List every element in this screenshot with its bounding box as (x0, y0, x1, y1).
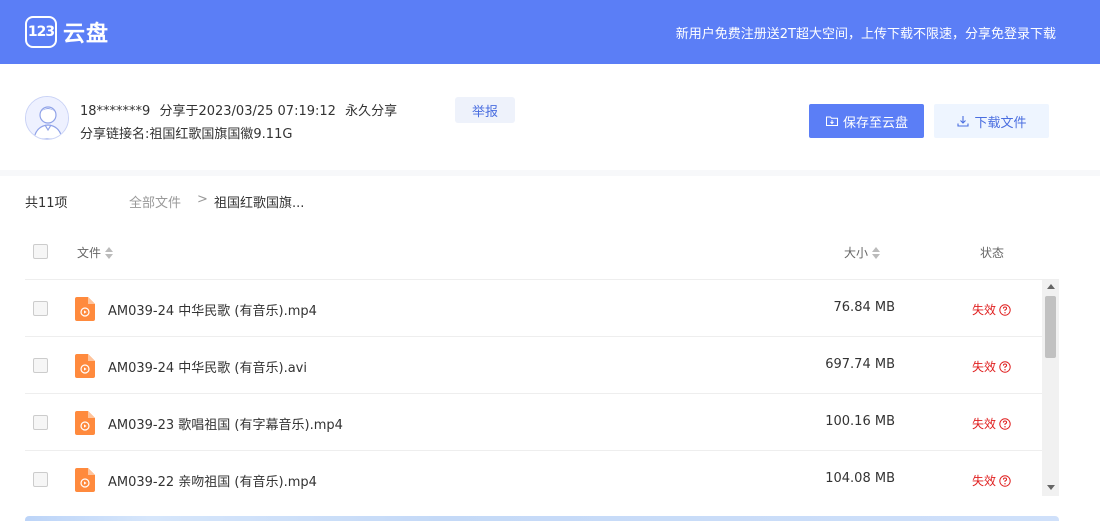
file-state-label: 失效 (972, 417, 997, 431)
logo-text: 云盘 (63, 22, 110, 47)
download-label: 下载文件 (974, 115, 1027, 131)
column-size-label: 大小 (844, 246, 869, 260)
item-count: 共11项 (25, 196, 68, 211)
file-size: 104.08 MB (825, 471, 895, 486)
share-link-name: 分享链接名:祖国红歌国旗国徽9.11G (80, 123, 292, 142)
link-name-label: 分享链接名: (80, 127, 150, 142)
bottom-banner-edge (25, 516, 1059, 521)
folder-icon (825, 116, 838, 126)
help-icon[interactable] (999, 417, 1011, 430)
breadcrumb-all-files[interactable]: 全部文件 (129, 192, 181, 211)
save-to-cloud-button[interactable]: 保存至云盘 (809, 104, 924, 138)
list-scrollbar[interactable] (1042, 280, 1059, 496)
avatar (25, 96, 69, 140)
table-header: 文件 大小 状态 (25, 224, 1059, 280)
column-state: 状态 (980, 246, 1005, 260)
file-state-label: 失效 (972, 303, 997, 317)
table-row[interactable]: AM039-24 中华民歌 (有音乐).avi 697.74 MB 失效 (25, 337, 1042, 394)
user-avatar-icon (26, 97, 68, 139)
file-name[interactable]: AM039-22 亲吻祖国 (有音乐).mp4 (108, 471, 317, 490)
column-file-label: 文件 (77, 246, 102, 260)
file-name[interactable]: AM039-23 歌唱祖国 (有字幕音乐).mp4 (108, 414, 343, 433)
share-time: 分享于2023/03/25 07:19:12 (159, 104, 336, 119)
breadcrumb-current-folder: 祖国红歌国旗... (214, 196, 305, 211)
file-name[interactable]: AM039-24 中华民歌 (有音乐).avi (108, 357, 307, 376)
table-row[interactable]: AM039-24 中华民歌 (有音乐).mp4 76.84 MB 失效 (25, 280, 1042, 337)
help-icon[interactable] (999, 360, 1011, 373)
promo-slogan: 新用户免费注册送2T超大空间，上传下载不限速，分享免登录下载 (675, 27, 1056, 42)
download-file-button[interactable]: 下载文件 (934, 104, 1049, 138)
table-row[interactable]: AM039-23 歌唱祖国 (有字幕音乐).mp4 100.16 MB 失效 (25, 394, 1042, 451)
save-label: 保存至云盘 (842, 115, 908, 131)
report-button[interactable]: 举报 (455, 97, 515, 123)
row-checkbox[interactable] (33, 358, 48, 373)
row-checkbox[interactable] (33, 472, 48, 487)
video-file-icon (75, 468, 95, 492)
row-checkbox[interactable] (33, 301, 48, 316)
file-state: 失效 (972, 415, 1011, 432)
logo-mark: 123 (25, 16, 57, 48)
table-row[interactable]: AM039-22 亲吻祖国 (有音乐).mp4 104.08 MB 失效 (25, 451, 1042, 496)
share-info-panel: 18*******9 分享于2023/03/25 07:19:12 永久分享 分… (0, 64, 1100, 170)
column-file[interactable]: 文件 (77, 244, 114, 261)
scroll-down-arrow-icon[interactable] (1047, 485, 1055, 490)
file-state: 失效 (972, 472, 1011, 489)
file-size: 100.16 MB (825, 414, 895, 429)
video-file-icon (75, 297, 95, 321)
help-icon[interactable] (999, 303, 1011, 316)
share-user: 18*******9 (80, 104, 151, 119)
file-state: 失效 (972, 301, 1011, 318)
column-size[interactable]: 大小 (844, 244, 881, 261)
help-icon[interactable] (999, 474, 1011, 487)
sort-icon (105, 246, 114, 259)
scrollbar-thumb[interactable] (1045, 296, 1056, 358)
link-name-value: 祖国红歌国旗国徽9.11G (149, 127, 293, 142)
file-table: 文件 大小 状态 AM039-24 中华民歌 (有音乐).mp4 76.84 M… (25, 224, 1059, 496)
file-state: 失效 (972, 358, 1011, 375)
logo[interactable]: 123 云盘 (25, 15, 109, 49)
top-bar: 123 云盘 新用户免费注册送2T超大空间，上传下载不限速，分享免登录下载 (0, 0, 1100, 64)
download-icon (957, 116, 970, 127)
file-name[interactable]: AM039-24 中华民歌 (有音乐).mp4 (108, 300, 317, 319)
file-list-panel: 共11项 全部文件 > 祖国红歌国旗... 文件 大小 状态 AM039-24 … (0, 176, 1100, 521)
share-meta: 18*******9 分享于2023/03/25 07:19:12 永久分享 (80, 100, 397, 119)
breadcrumb-separator: > (197, 192, 208, 207)
video-file-icon (75, 354, 95, 378)
share-validity: 永久分享 (345, 104, 398, 119)
file-state-label: 失效 (972, 474, 997, 488)
row-checkbox[interactable] (33, 415, 48, 430)
file-size: 697.74 MB (825, 357, 895, 372)
sort-icon (872, 246, 881, 259)
select-all-checkbox[interactable] (33, 244, 48, 259)
file-state-label: 失效 (972, 360, 997, 374)
scroll-up-arrow-icon[interactable] (1047, 284, 1055, 289)
video-file-icon (75, 411, 95, 435)
file-size: 76.84 MB (833, 300, 895, 315)
